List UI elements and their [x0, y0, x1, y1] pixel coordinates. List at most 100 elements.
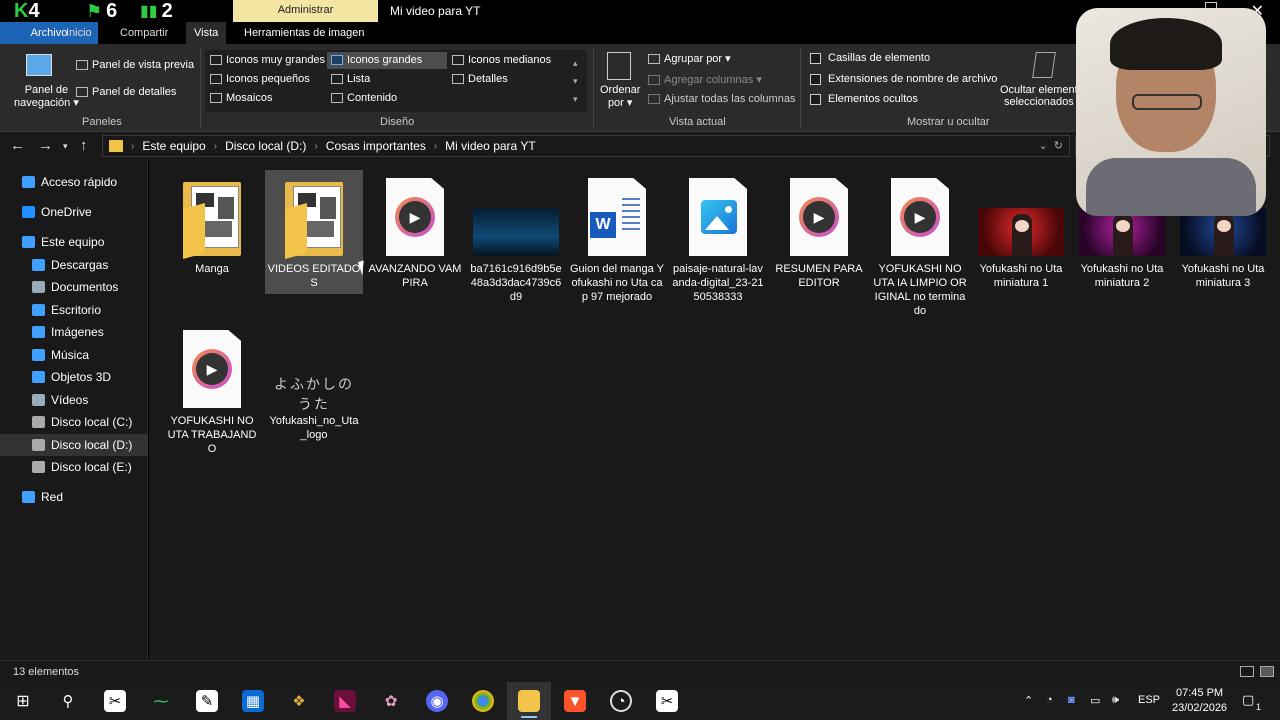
- breadcrumb-este-equipo[interactable]: Este equipo: [142, 139, 205, 153]
- hidden-items-checkbox[interactable]: [810, 93, 821, 105]
- clock[interactable]: 07:45 PM 23/02/2026: [1172, 686, 1227, 716]
- language-indicator[interactable]: ESP: [1138, 694, 1160, 706]
- tiles-icon: [210, 93, 222, 103]
- tray-obs-icon[interactable]: ◔: [1046, 694, 1053, 706]
- breadcrumb-cosas-importantes[interactable]: Cosas importantes: [326, 139, 426, 153]
- tab-image-tools[interactable]: Herramientas de imagen: [236, 22, 372, 44]
- small-icons-icon: [210, 74, 222, 84]
- file-item[interactable]: ▶ YOFUKASHI NO UTA IA LIMPIO ORIGINAL no …: [871, 170, 969, 322]
- layout-medium[interactable]: Iconos medianos: [452, 54, 551, 66]
- search-icon[interactable]: ⚲: [57, 690, 79, 712]
- gallery-more-icon[interactable]: ▾: [573, 90, 578, 108]
- tray-overflow-chevron-icon[interactable]: ⌃: [1024, 694, 1033, 707]
- sidebar-item[interactable]: Imágenes: [0, 321, 148, 343]
- panes-group-label: Paneles: [82, 116, 122, 128]
- breadcrumb-separator[interactable]: ›: [314, 141, 317, 152]
- sidebar-item[interactable]: Disco local (D:): [0, 434, 148, 456]
- drive-icon: [32, 416, 45, 428]
- sidebar-item[interactable]: Música: [0, 344, 148, 366]
- file-explorer-icon[interactable]: [518, 690, 540, 712]
- sidebar-item[interactable]: Acceso rápido: [0, 171, 148, 193]
- forward-arrow-icon[interactable]: →: [38, 137, 53, 154]
- back-arrow-icon[interactable]: ←: [10, 137, 25, 154]
- layout-large[interactable]: Iconos grandes: [331, 54, 422, 66]
- file-item[interactable]: ba7161c916d9b5e48a3d3dac4739c6d9: [467, 170, 565, 308]
- sidebar-item[interactable]: Disco local (E:): [0, 456, 148, 478]
- tray-app-icon[interactable]: ◙: [1068, 694, 1075, 706]
- address-bar[interactable]: › Este equipo › Disco local (D:) › Cosas…: [102, 135, 1070, 157]
- hidden-items-toggle[interactable]: Elementos ocultos: [810, 93, 918, 105]
- network-icon[interactable]: ▭: [1090, 694, 1100, 707]
- file-item[interactable]: VIDEOS EDITADOS: [265, 170, 363, 294]
- file-item[interactable]: paisaje-natural-lavanda-digital_23-21505…: [669, 170, 767, 308]
- sidebar-item[interactable]: Escritorio: [0, 299, 148, 321]
- layout-content[interactable]: Contenido: [331, 92, 397, 104]
- gallery-down-icon[interactable]: ▾: [573, 72, 578, 90]
- details-view-icon[interactable]: [1240, 666, 1254, 677]
- item-checkboxes-toggle[interactable]: Casillas de elemento: [810, 52, 930, 64]
- sidebar-item[interactable]: Descargas: [0, 254, 148, 276]
- tab-share[interactable]: Compartir: [112, 22, 176, 44]
- layout-small[interactable]: Iconos pequeños: [210, 73, 310, 85]
- store-icon[interactable]: ▦: [242, 690, 264, 712]
- file-item[interactable]: ▶ AVANZANDO VAMPIRA: [366, 170, 464, 294]
- video-editor-icon[interactable]: ◣: [334, 690, 356, 712]
- file-item[interactable]: Manga: [163, 170, 261, 280]
- sidebar-item[interactable]: OneDrive: [0, 201, 148, 223]
- paint-app-icon[interactable]: ❖: [288, 690, 310, 712]
- hide-selected-button[interactable]: Ocultar element seleccionados: [1000, 84, 1078, 108]
- discord-icon[interactable]: ◉: [426, 690, 448, 712]
- sidebar-item-label: Descargas: [51, 258, 109, 272]
- brave-browser-icon[interactable]: ▼: [564, 690, 586, 712]
- sidebar-item-label: Disco local (E:): [51, 460, 132, 474]
- layout-details[interactable]: Detalles: [452, 73, 508, 85]
- details-pane-button[interactable]: Panel de detalles: [76, 86, 176, 98]
- file-extensions-checkbox[interactable]: [810, 73, 821, 85]
- capcut-editor-icon[interactable]: ✂: [656, 690, 678, 712]
- item-checkboxes-checkbox[interactable]: [810, 52, 821, 64]
- nav-pane-button[interactable]: Panel de navegación ▾: [14, 84, 79, 110]
- capcut-icon[interactable]: ✂: [104, 690, 126, 712]
- breadcrumb-disco-d[interactable]: Disco local (D:): [225, 139, 306, 153]
- file-extensions-toggle[interactable]: Extensiones de nombre de archivo: [810, 73, 997, 85]
- volume-icon[interactable]: 🕪: [1112, 694, 1119, 707]
- file-item[interactable]: ▶ RESUMEN PARA EDITOR: [770, 170, 868, 294]
- game-app-icon[interactable]: ⁓: [150, 690, 172, 712]
- sidebar-item[interactable]: Documentos: [0, 276, 148, 298]
- sidebar-item[interactable]: Vídeos: [0, 389, 148, 411]
- layout-tiles[interactable]: Mosaicos: [210, 92, 272, 104]
- preview-pane-button[interactable]: Panel de vista previa: [76, 59, 194, 71]
- chrome-icon[interactable]: [472, 690, 494, 712]
- file-item[interactable]: Yofukashi no Uta miniatura 1: [972, 170, 1070, 294]
- sidebar-item[interactable]: Objetos 3D: [0, 366, 148, 388]
- add-columns-button[interactable]: Agregar columnas ▾: [648, 73, 762, 86]
- breadcrumb-current-folder[interactable]: Mi video para YT: [445, 139, 536, 153]
- sidebar-item[interactable]: Este equipo: [0, 231, 148, 253]
- tab-view[interactable]: Vista: [186, 22, 227, 44]
- sidebar-item[interactable]: Red: [0, 486, 148, 508]
- tab-home[interactable]: Inicio: [58, 22, 100, 44]
- file-item[interactable]: ▶ YOFUKASHI NO UTA TRABAJANDO: [163, 322, 261, 460]
- obs-studio-icon[interactable]: ◔: [610, 690, 632, 712]
- file-item[interactable]: よふかしのうた Yofukashi_no_Uta_logo: [265, 322, 363, 446]
- group-by-button[interactable]: Agrupar por ▾: [648, 52, 731, 65]
- gallery-up-icon[interactable]: ▴: [573, 54, 578, 72]
- windows-start-icon[interactable]: ⊞: [12, 690, 34, 712]
- breadcrumb-separator[interactable]: ›: [434, 141, 437, 152]
- recent-locations-chevron-icon[interactable]: ▾: [63, 141, 68, 152]
- layout-list[interactable]: Lista: [331, 73, 370, 85]
- art-app-icon[interactable]: ✿: [380, 690, 402, 712]
- sort-by-button[interactable]: Ordenar por ▾: [600, 84, 640, 110]
- gallery-scroll[interactable]: ▴ ▾ ▾: [573, 54, 578, 108]
- layout-extra-large[interactable]: Iconos muy grandes: [210, 54, 325, 66]
- breadcrumb-separator[interactable]: ›: [214, 141, 217, 152]
- large-icons-view-icon[interactable]: [1260, 666, 1274, 677]
- manage-contextual-tab[interactable]: Administrar: [233, 0, 378, 22]
- notes-app-icon[interactable]: ✎: [196, 690, 218, 712]
- fit-columns-button[interactable]: Ajustar todas las columnas: [648, 93, 795, 105]
- up-arrow-icon[interactable]: ↑: [80, 137, 88, 154]
- notification-icon[interactable]: ▢: [1242, 692, 1254, 708]
- file-item[interactable]: W Guion del manga Yofukashi no Uta cap 97…: [568, 170, 666, 308]
- sidebar-item[interactable]: Disco local (C:): [0, 411, 148, 433]
- address-dropdown-chevron-icon[interactable]: ⌄ ↻: [1038, 139, 1063, 152]
